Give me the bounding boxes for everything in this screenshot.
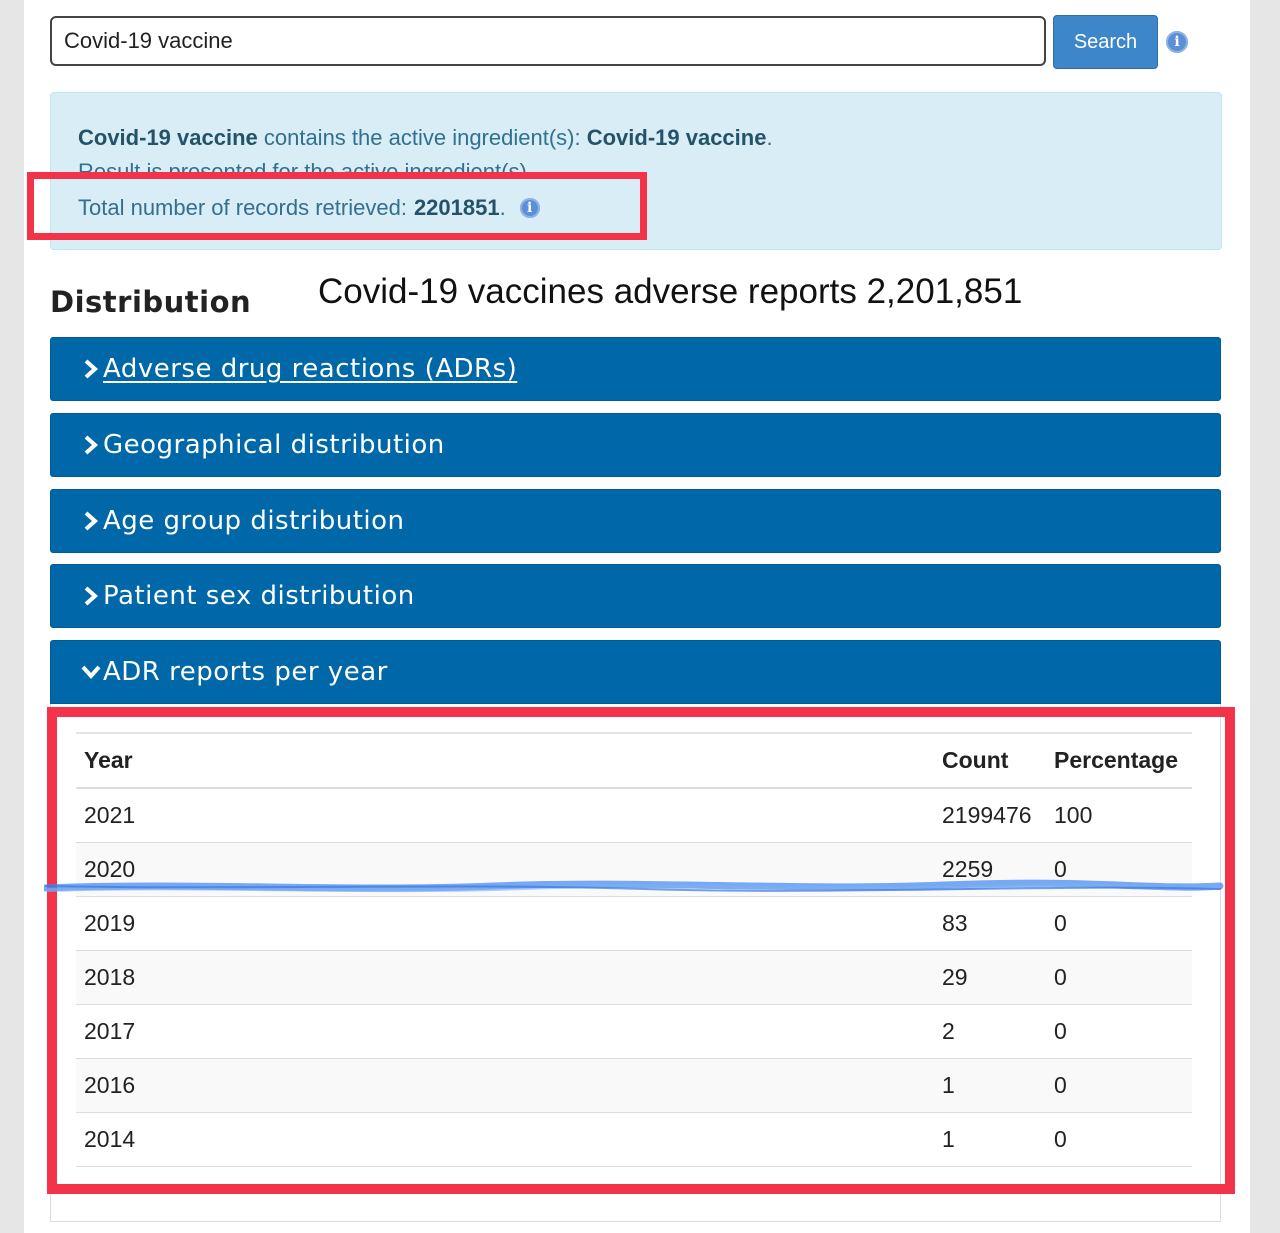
distribution-heading: Distribution — [50, 285, 252, 319]
search-input[interactable] — [50, 16, 1046, 66]
scribble-mark — [44, 879, 1224, 893]
panel-label: Geographical distribution — [103, 430, 445, 460]
chevron-down-icon — [79, 665, 103, 679]
chevron-right-icon — [79, 435, 103, 455]
highlight-box-total — [27, 172, 647, 240]
panel-geographical-distribution[interactable]: Geographical distribution — [50, 413, 1221, 477]
result-text: Result is presented for the active ingre… — [78, 159, 533, 173]
panel-adr-reports-per-year[interactable]: ADR reports per year — [50, 640, 1221, 704]
ingredient-summary: Covid-19 vaccine contains the active ing… — [78, 125, 773, 151]
period: . — [766, 125, 773, 150]
overlay-caption: Covid-19 vaccines adverse reports 2,201,… — [318, 272, 1023, 311]
highlight-box-table — [47, 707, 1235, 1194]
panel-label: ADR reports per year — [103, 657, 388, 687]
contains-text: contains the active ingredient(s): — [257, 125, 587, 150]
panel-label: Age group distribution — [103, 506, 405, 536]
result-note: Result is presented for the active ingre… — [78, 159, 533, 173]
panel-age-group-distribution[interactable]: Age group distribution — [50, 489, 1221, 553]
panel-label: Patient sex distribution — [103, 581, 415, 611]
info-icon[interactable]: i — [1166, 31, 1188, 53]
panel-label[interactable]: Adverse drug reactions (ADRs) — [103, 354, 517, 384]
chevron-right-icon — [79, 586, 103, 606]
ingredient-name: Covid-19 vaccine — [586, 125, 767, 150]
panel-patient-sex-distribution[interactable]: Patient sex distribution — [50, 564, 1221, 628]
search-button[interactable]: Search — [1053, 15, 1158, 69]
chevron-right-icon — [79, 359, 103, 379]
chevron-right-icon — [79, 511, 103, 531]
product-name: Covid-19 vaccine — [78, 125, 258, 150]
panel-adverse-drug-reactions[interactable]: Adverse drug reactions (ADRs) — [50, 337, 1221, 401]
